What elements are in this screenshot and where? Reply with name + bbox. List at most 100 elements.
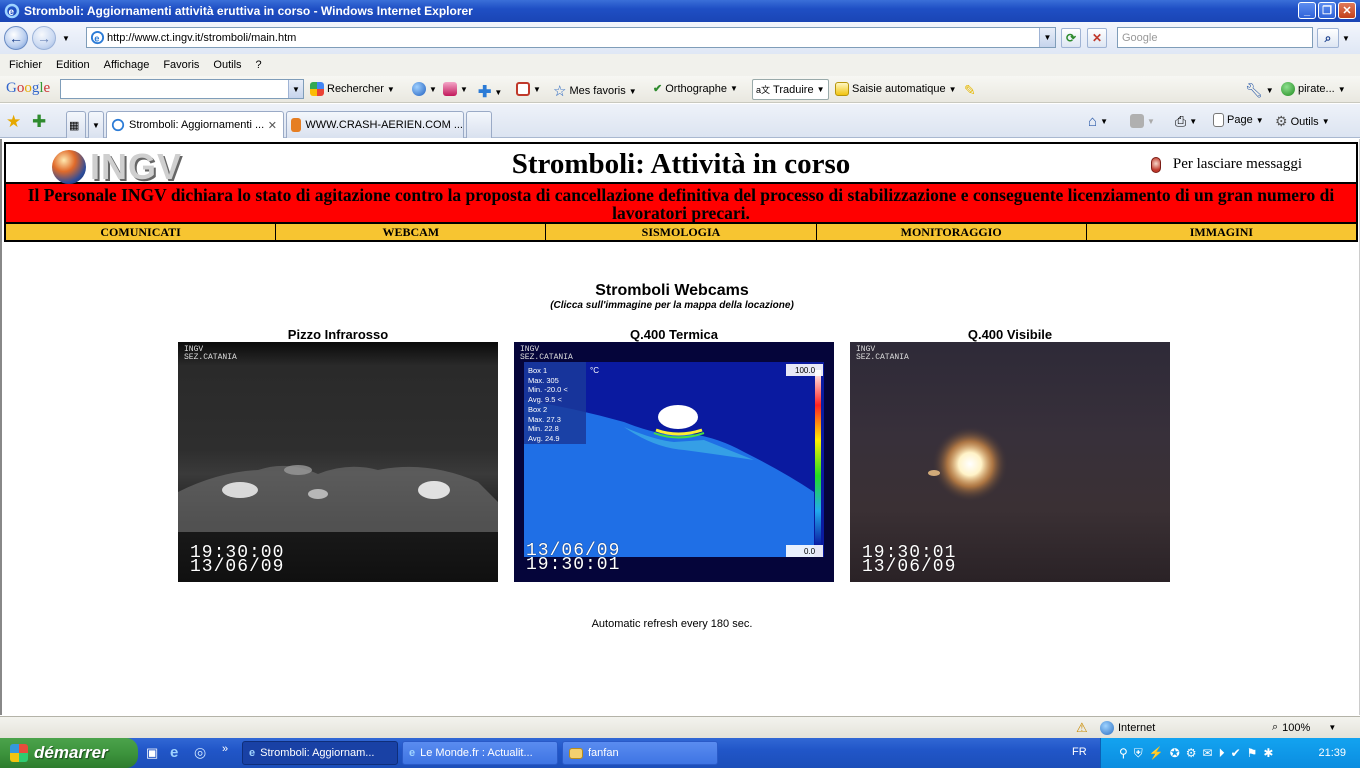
favorites-center-icon[interactable]: ★ xyxy=(6,112,21,132)
globe-button[interactable]: ▼ xyxy=(412,82,437,96)
feeds-button[interactable]: ▼ xyxy=(1130,114,1155,128)
bookmarks-button[interactable]: ▼ xyxy=(443,82,468,96)
page-menu-button[interactable]: Page ▼ xyxy=(1213,113,1264,127)
autofill-icon xyxy=(835,82,849,96)
start-button[interactable]: démarrer xyxy=(0,738,138,768)
nav-immagini[interactable]: IMMAGINI xyxy=(1085,224,1357,240)
webcam-termica-image[interactable]: INGV SEZ.CATANIA Box 1 Max. 305 Min. -20.… xyxy=(514,342,834,582)
menu-fichier[interactable]: Fichier xyxy=(9,59,42,71)
bookmark-icon xyxy=(443,82,457,96)
address-url[interactable]: http://www.ct.ingv.it/stromboli/main.htm xyxy=(107,32,296,44)
add-button[interactable]: ✚ ▼ xyxy=(478,82,502,102)
search-icon: ⌕ xyxy=(1324,30,1332,45)
spellcheck-label: Orthographe xyxy=(665,82,727,95)
back-button[interactable]: ← xyxy=(4,26,28,50)
refresh-button[interactable]: ⟳ xyxy=(1061,28,1081,48)
cam-watermark: INGV SEZ.CATANIA xyxy=(184,346,237,362)
nav-monitoraggio[interactable]: MONITORAGGIO xyxy=(815,224,1086,240)
forward-button[interactable]: → xyxy=(32,26,56,50)
menu-outils[interactable]: Outils xyxy=(213,59,241,71)
ie-task-icon: e xyxy=(409,747,416,759)
tools-menu-button[interactable]: ⚙ Outils ▼ xyxy=(1275,113,1330,130)
tray-icons[interactable]: ⚲⛨⚡✪⚙✉⏵✔⚑✱ xyxy=(1119,746,1279,761)
favorites-button[interactable]: ☆ Mes favoris ▼ xyxy=(553,82,637,100)
page-e-icon: e xyxy=(90,30,105,45)
security-zone[interactable]: Internet xyxy=(1100,721,1155,735)
close-button[interactable]: ✕ xyxy=(1338,2,1356,19)
forward-arrow-icon: → xyxy=(37,30,51,46)
cam-date: 13/06/09 xyxy=(862,557,957,577)
cam-label-pizzo: Pizzo Infrarosso xyxy=(287,327,389,342)
quick-tabs-button[interactable]: ▦ xyxy=(66,111,86,138)
taskbar-lemonde[interactable]: e Le Monde.fr : Actualit... xyxy=(402,741,558,765)
google-search-button[interactable]: Rechercher ▼ xyxy=(310,82,395,96)
search-options-icon[interactable]: ▼ xyxy=(1342,34,1350,43)
ie-quicklaunch-icon[interactable]: e xyxy=(170,744,178,761)
nav-sismologia[interactable]: SISMOLOGIA xyxy=(545,224,816,240)
translate-button[interactable]: a文 Traduire ▼ xyxy=(752,79,829,100)
gear-icon: ⚙ xyxy=(1275,113,1288,129)
spellcheck-button[interactable]: ✔ Orthographe ▼ xyxy=(653,82,738,96)
zoom-control[interactable]: ⌕ 100% ▼ xyxy=(1272,721,1336,734)
account-button[interactable]: pirate... ▼ xyxy=(1281,82,1346,96)
wrench-icon: 🔧︎ xyxy=(1245,82,1263,98)
google-search-input[interactable]: ▼ xyxy=(60,79,304,99)
protected-mode-icon[interactable]: ⚠ xyxy=(1076,720,1088,736)
site-nav: COMUNICATI WEBCAM SISMOLOGIA MONITORAGGI… xyxy=(4,224,1358,242)
highlight-button[interactable]: ✎ xyxy=(964,82,976,99)
account-status-icon xyxy=(1281,82,1295,96)
media-quicklaunch-icon[interactable]: ◎ xyxy=(194,744,206,761)
google-logo: Google xyxy=(6,80,51,96)
address-bar[interactable]: e http://www.ct.ingv.it/stromboli/main.h… xyxy=(86,27,1056,48)
new-tab-button[interactable] xyxy=(466,111,492,138)
address-dropdown-icon[interactable]: ▼ xyxy=(1039,28,1055,47)
rss-icon xyxy=(1130,114,1144,128)
taskbar-fanfan[interactable]: fanfan xyxy=(562,741,718,765)
menu-edition[interactable]: Edition xyxy=(56,59,90,71)
autofill-label: Saisie automatique xyxy=(852,83,946,95)
box1-avg: Avg. 9.5 < xyxy=(528,395,562,405)
taskbar: démarrer ▣ e ◎ » e Stromboli: Aggiornam..… xyxy=(0,738,1360,768)
taskbar-stromboli[interactable]: e Stromboli: Aggiornam... xyxy=(242,741,398,765)
show-desktop-icon[interactable]: ▣ xyxy=(146,745,158,761)
print-button[interactable]: ⎙ ▼ xyxy=(1175,113,1197,130)
quicklaunch-more-icon[interactable]: » xyxy=(222,743,228,755)
tab-list-button[interactable]: ▼ xyxy=(88,111,104,138)
nav-comunicati[interactable]: COMUNICATI xyxy=(6,224,276,240)
tab-stromboli[interactable]: Stromboli: Aggiornamenti ... ✕ xyxy=(106,111,284,138)
refresh-note: Automatic refresh every 180 sec. xyxy=(591,618,753,630)
add-favorite-icon[interactable]: ✚ xyxy=(32,112,46,132)
stop-button[interactable]: ✕ xyxy=(1087,28,1107,48)
settings-button[interactable]: 🔧︎ ▼ xyxy=(1245,82,1274,99)
home-button[interactable]: ⌂ ▼ xyxy=(1088,113,1108,130)
restore-button[interactable]: ❐ xyxy=(1318,2,1336,19)
google-search-dropdown-icon[interactable]: ▼ xyxy=(288,80,303,98)
box1-title: Box 1 xyxy=(528,366,548,375)
search-input[interactable]: Google xyxy=(1117,27,1313,48)
google-search-label: Rechercher xyxy=(327,83,384,95)
search-button[interactable]: ⌕ xyxy=(1317,28,1339,48)
menu-affichage[interactable]: Affichage xyxy=(104,59,150,71)
menu-favoris[interactable]: Favoris xyxy=(163,59,199,71)
minimize-button[interactable]: _ xyxy=(1298,2,1316,19)
page-icon xyxy=(1213,113,1224,127)
webcam-pizzo-image[interactable]: INGV SEZ.CATANIA 19:30:00 13/06/09 xyxy=(178,342,498,582)
svg-text:e: e xyxy=(94,33,99,43)
cam-watermark: INGV SEZ.CATANIA xyxy=(520,346,573,362)
autofill-button[interactable]: Saisie automatique ▼ xyxy=(835,82,956,96)
popup-blocker-icon xyxy=(516,82,530,96)
clock[interactable]: 21:39 xyxy=(1318,747,1346,759)
message-link[interactable]: Per lasciare messaggi xyxy=(1150,156,1302,173)
popup-blocker-button[interactable]: ▼ xyxy=(516,82,541,96)
webcam-visibile-image[interactable]: INGV SEZ.CATANIA 19:30:01 13/06/09 xyxy=(850,342,1170,582)
zoom-dropdown-icon[interactable]: ▼ xyxy=(1328,723,1336,732)
box1-min: Min. -20.0 < xyxy=(528,385,568,395)
message-link-text[interactable]: Per lasciare messaggi xyxy=(1173,156,1302,173)
nav-webcam[interactable]: WEBCAM xyxy=(275,224,546,240)
tab-crash-aerien[interactable]: WWW.CRASH-AERIEN.COM ... xyxy=(286,111,464,138)
history-dropdown-icon[interactable]: ▼ xyxy=(62,34,70,43)
tab-label: WWW.CRASH-AERIEN.COM ... xyxy=(305,119,463,131)
language-indicator[interactable]: FR xyxy=(1072,746,1087,758)
menu-help[interactable]: ? xyxy=(256,59,262,71)
close-tab-icon[interactable]: ✕ xyxy=(268,119,277,132)
